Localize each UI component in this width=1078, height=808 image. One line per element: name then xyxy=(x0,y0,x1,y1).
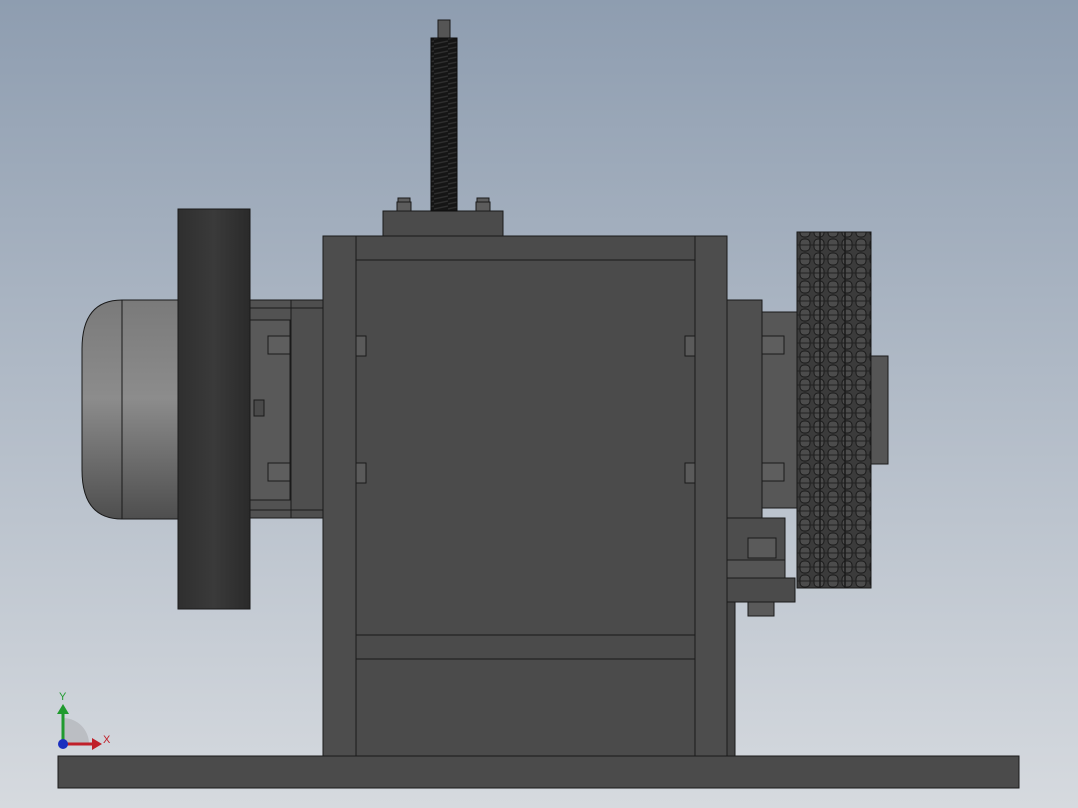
threaded-rod xyxy=(430,19,458,212)
gearbox-housing xyxy=(322,235,728,757)
electric-motor xyxy=(81,299,181,520)
cad-viewport[interactable]: Y X xyxy=(0,0,1078,808)
right-bearing-housing xyxy=(726,299,799,519)
triple-sprocket xyxy=(796,231,872,589)
y-axis-label: Y xyxy=(59,691,67,703)
tensioner-bracket xyxy=(726,517,796,617)
left-coupling xyxy=(249,299,324,519)
motor-flange xyxy=(177,208,251,610)
assembly-drawing: Y X xyxy=(0,0,1078,808)
base-plate xyxy=(57,755,1020,789)
x-axis-label: X xyxy=(103,734,111,746)
z-axis-dot xyxy=(58,739,68,749)
top-mount-block xyxy=(382,210,504,237)
